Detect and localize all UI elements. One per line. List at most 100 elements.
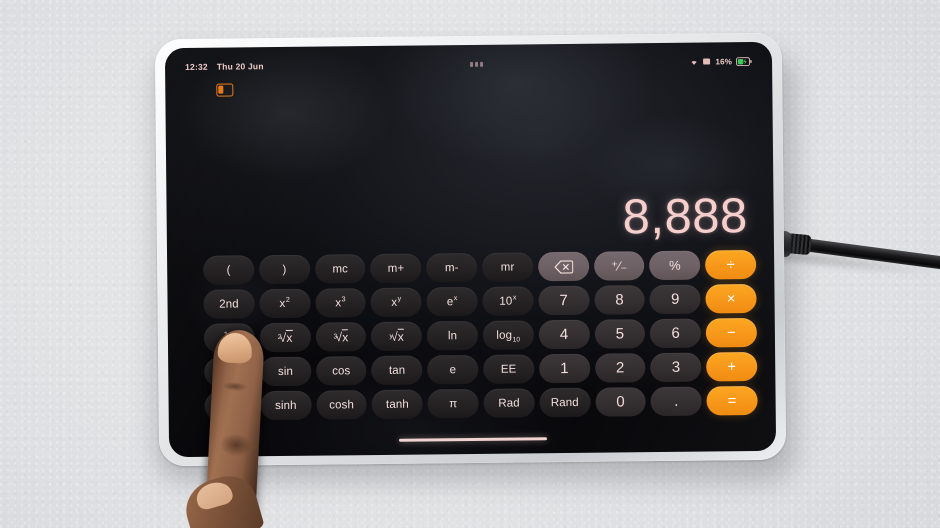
key-add-label: + <box>727 358 737 376</box>
keypad-row: 2nd x2 x3 xy ex 10x 7 8 9 × <box>203 284 757 319</box>
key-memory-subtract[interactable]: m- <box>426 252 478 283</box>
key-memory-add-label: m+ <box>387 262 405 275</box>
key-open-paren[interactable]: ( <box>203 255 255 285</box>
key-euler-e[interactable]: e <box>427 354 479 385</box>
plus-minus-icon-label: ⁺⁄₋ <box>610 257 628 274</box>
key-euler-e-label: e <box>449 363 457 376</box>
key-decimal-label: . <box>674 392 679 410</box>
battery-percent-label: 16% <box>715 56 733 66</box>
key-6-label: 6 <box>671 324 680 342</box>
key-equals[interactable]: = <box>706 386 758 416</box>
key-x-squared[interactable]: x2 <box>259 288 311 319</box>
key-e-power-x-label: ex <box>446 293 458 308</box>
key-8[interactable]: 8 <box>593 285 646 315</box>
key-3[interactable]: 3 <box>650 352 702 383</box>
key-memory-clear-label: mc <box>332 262 349 275</box>
key-close-paren-label: ) <box>282 263 287 276</box>
key-ten-power-x-label: 10x <box>499 293 517 308</box>
home-indicator[interactable] <box>398 436 547 442</box>
key-second-function-label: 2nd <box>219 297 239 311</box>
key-divide[interactable]: ÷ <box>705 250 757 280</box>
multitask-dots-icon[interactable] <box>470 61 484 67</box>
key-ten-power-x[interactable]: 10x <box>482 286 534 316</box>
key-log-base-10[interactable]: log10 <box>482 320 534 350</box>
key-tanh-label: tanh <box>385 398 409 411</box>
key-0[interactable]: 0 <box>595 387 647 417</box>
wifi-icon <box>689 58 699 66</box>
key-log-base-10-label: log10 <box>496 329 521 344</box>
key-e-power-x[interactable]: ex <box>426 286 478 317</box>
key-exponent-ee-label: EE <box>500 363 517 376</box>
key-1[interactable]: 1 <box>538 353 590 384</box>
key-backspace[interactable] <box>537 251 589 282</box>
cellular-signal-icon <box>703 57 711 65</box>
status-bar-center <box>264 59 690 68</box>
hand <box>179 328 336 528</box>
status-bar-right: 16% <box>689 56 752 67</box>
key-4[interactable]: 4 <box>538 319 590 350</box>
scene: 12:32 Thu 20 Jun 16% 8,888 () mc m+ m- … <box>0 0 940 528</box>
status-bar-left: 12:32 Thu 20 Jun <box>185 61 264 72</box>
key-5[interactable]: 5 <box>594 319 646 349</box>
key-percent-label: % <box>669 257 681 273</box>
key-natural-log[interactable]: ln <box>426 320 479 351</box>
key-7[interactable]: 7 <box>538 285 590 316</box>
key-memory-add[interactable]: m+ <box>370 253 422 284</box>
keypad-row: () mc m+ m-mr ⁺⁄₋% ÷ <box>203 250 757 285</box>
key-memory-subtract-label: m- <box>444 261 459 274</box>
key-x-power-y-label: xy <box>391 294 402 309</box>
display-value: 8,888 <box>622 189 748 245</box>
key-5-label: 5 <box>615 325 625 343</box>
key-tan[interactable]: tan <box>371 355 423 386</box>
key-percent[interactable]: % <box>649 250 701 281</box>
key-exponent-ee[interactable]: EE <box>483 354 535 384</box>
key-y-root-x[interactable]: y √x <box>371 321 423 352</box>
key-pi[interactable]: π <box>427 388 479 419</box>
key-subtract-label: − <box>726 324 736 342</box>
key-decimal[interactable]: . <box>650 386 702 417</box>
battery-charging-icon <box>736 56 752 66</box>
key-equals-label: = <box>727 392 737 410</box>
key-tanh[interactable]: tanh <box>371 389 423 420</box>
key-natural-log-label: ln <box>447 329 458 342</box>
key-pi-label: π <box>449 397 458 410</box>
key-plus-minus[interactable]: ⁺⁄₋ <box>593 251 645 281</box>
key-9-label: 9 <box>670 290 680 308</box>
key-x-squared-label: x2 <box>279 295 290 310</box>
key-second-function[interactable]: 2nd <box>203 289 255 319</box>
key-y-root-x-label: y √x <box>389 328 404 344</box>
key-memory-recall-label: mr <box>500 261 515 274</box>
status-bar: 12:32 Thu 20 Jun 16% <box>165 54 772 74</box>
key-2[interactable]: 2 <box>594 353 646 383</box>
key-random[interactable]: Rand <box>539 387 591 418</box>
splitview-indicator-icon <box>216 83 234 97</box>
key-tan-label: tan <box>388 364 406 377</box>
key-x-cubed[interactable]: x3 <box>314 288 367 318</box>
key-memory-recall[interactable]: mr <box>482 252 534 282</box>
key-divide-label: ÷ <box>726 256 735 274</box>
key-close-paren[interactable]: ) <box>258 254 310 285</box>
key-multiply[interactable]: × <box>705 284 757 314</box>
key-open-paren-label: ( <box>226 264 231 277</box>
key-2-label: 2 <box>615 359 625 377</box>
key-memory-clear[interactable]: mc <box>314 254 366 284</box>
key-3-label: 3 <box>671 358 681 376</box>
key-7-label: 7 <box>559 291 569 310</box>
key-subtract[interactable]: − <box>705 318 758 348</box>
status-date: Thu 20 Jun <box>216 61 264 72</box>
calculator-display: 8,888 <box>166 189 748 247</box>
key-4-label: 4 <box>559 325 569 344</box>
key-radians[interactable]: Rad <box>483 388 535 418</box>
key-0-label: 0 <box>616 393 625 411</box>
key-6[interactable]: 6 <box>650 318 702 349</box>
backspace-icon-label <box>554 259 573 274</box>
key-9[interactable]: 9 <box>649 284 701 315</box>
key-8-label: 8 <box>615 291 624 309</box>
key-add[interactable]: + <box>706 352 758 382</box>
key-multiply-label: × <box>726 290 736 308</box>
key-random-label: Rand <box>550 396 579 409</box>
status-time: 12:32 <box>185 61 208 72</box>
key-x-cubed-label: x3 <box>335 294 346 309</box>
key-x-power-y[interactable]: xy <box>370 287 422 318</box>
key-1-label: 1 <box>560 359 569 378</box>
